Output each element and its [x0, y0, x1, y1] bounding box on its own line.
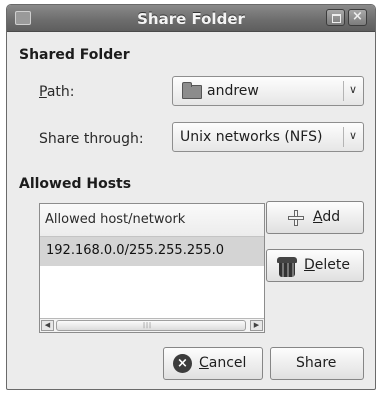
- maximize-button[interactable]: [326, 9, 345, 26]
- add-label: Add: [313, 209, 341, 225]
- combo-separator: [343, 81, 344, 101]
- allowed-hosts-list[interactable]: Allowed host/network 192.168.0.0/255.255…: [39, 203, 265, 333]
- share-label: Share: [296, 355, 337, 371]
- scrollbar-thumb[interactable]: |||: [56, 320, 246, 331]
- scroll-right-icon[interactable]: ▶: [250, 320, 263, 331]
- shared-folder-heading: Shared Folder: [19, 47, 130, 63]
- delete-label: Delete: [304, 257, 350, 273]
- folder-icon: [182, 82, 202, 99]
- trash-icon: [277, 255, 297, 277]
- close-icon: ×: [352, 9, 363, 24]
- path-label: Path:: [39, 84, 75, 100]
- close-button[interactable]: ×: [348, 9, 367, 26]
- share-folder-dialog: Share Folder × Shared Folder Path: andre…: [6, 4, 376, 390]
- combo-separator: [343, 127, 344, 147]
- cancel-label: Cancel: [199, 355, 247, 371]
- path-value: andrew: [207, 83, 259, 99]
- delete-button[interactable]: Delete: [266, 249, 364, 282]
- allowed-hosts-heading: Allowed Hosts: [19, 176, 132, 192]
- column-header-label: Allowed host/network: [45, 212, 186, 227]
- chevron-down-icon: ∨: [349, 129, 358, 142]
- cancel-icon: ×: [173, 354, 192, 373]
- title-bar[interactable]: Share Folder ×: [7, 5, 375, 32]
- grip-icon: |||: [143, 322, 153, 329]
- column-header[interactable]: Allowed host/network: [40, 204, 264, 237]
- host-network-cell: 192.168.0.0/255.255.255.0: [46, 243, 225, 258]
- share-through-combo[interactable]: Unix networks (NFS) ∨: [172, 122, 364, 152]
- scroll-left-icon[interactable]: ◀: [41, 320, 54, 331]
- share-through-value: Unix networks (NFS): [180, 129, 323, 145]
- table-row[interactable]: 192.168.0.0/255.255.255.0: [40, 237, 264, 266]
- share-through-label: Share through:: [39, 131, 144, 147]
- share-button[interactable]: Share: [270, 347, 364, 380]
- window-title: Share Folder: [137, 10, 245, 28]
- add-icon: [288, 210, 304, 226]
- path-combo[interactable]: andrew ∨: [172, 76, 364, 106]
- cancel-button[interactable]: × Cancel: [163, 347, 263, 380]
- chevron-down-icon: ∨: [349, 83, 358, 96]
- add-button[interactable]: Add: [266, 201, 364, 234]
- horizontal-scrollbar[interactable]: ◀ ||| ▶: [40, 318, 264, 332]
